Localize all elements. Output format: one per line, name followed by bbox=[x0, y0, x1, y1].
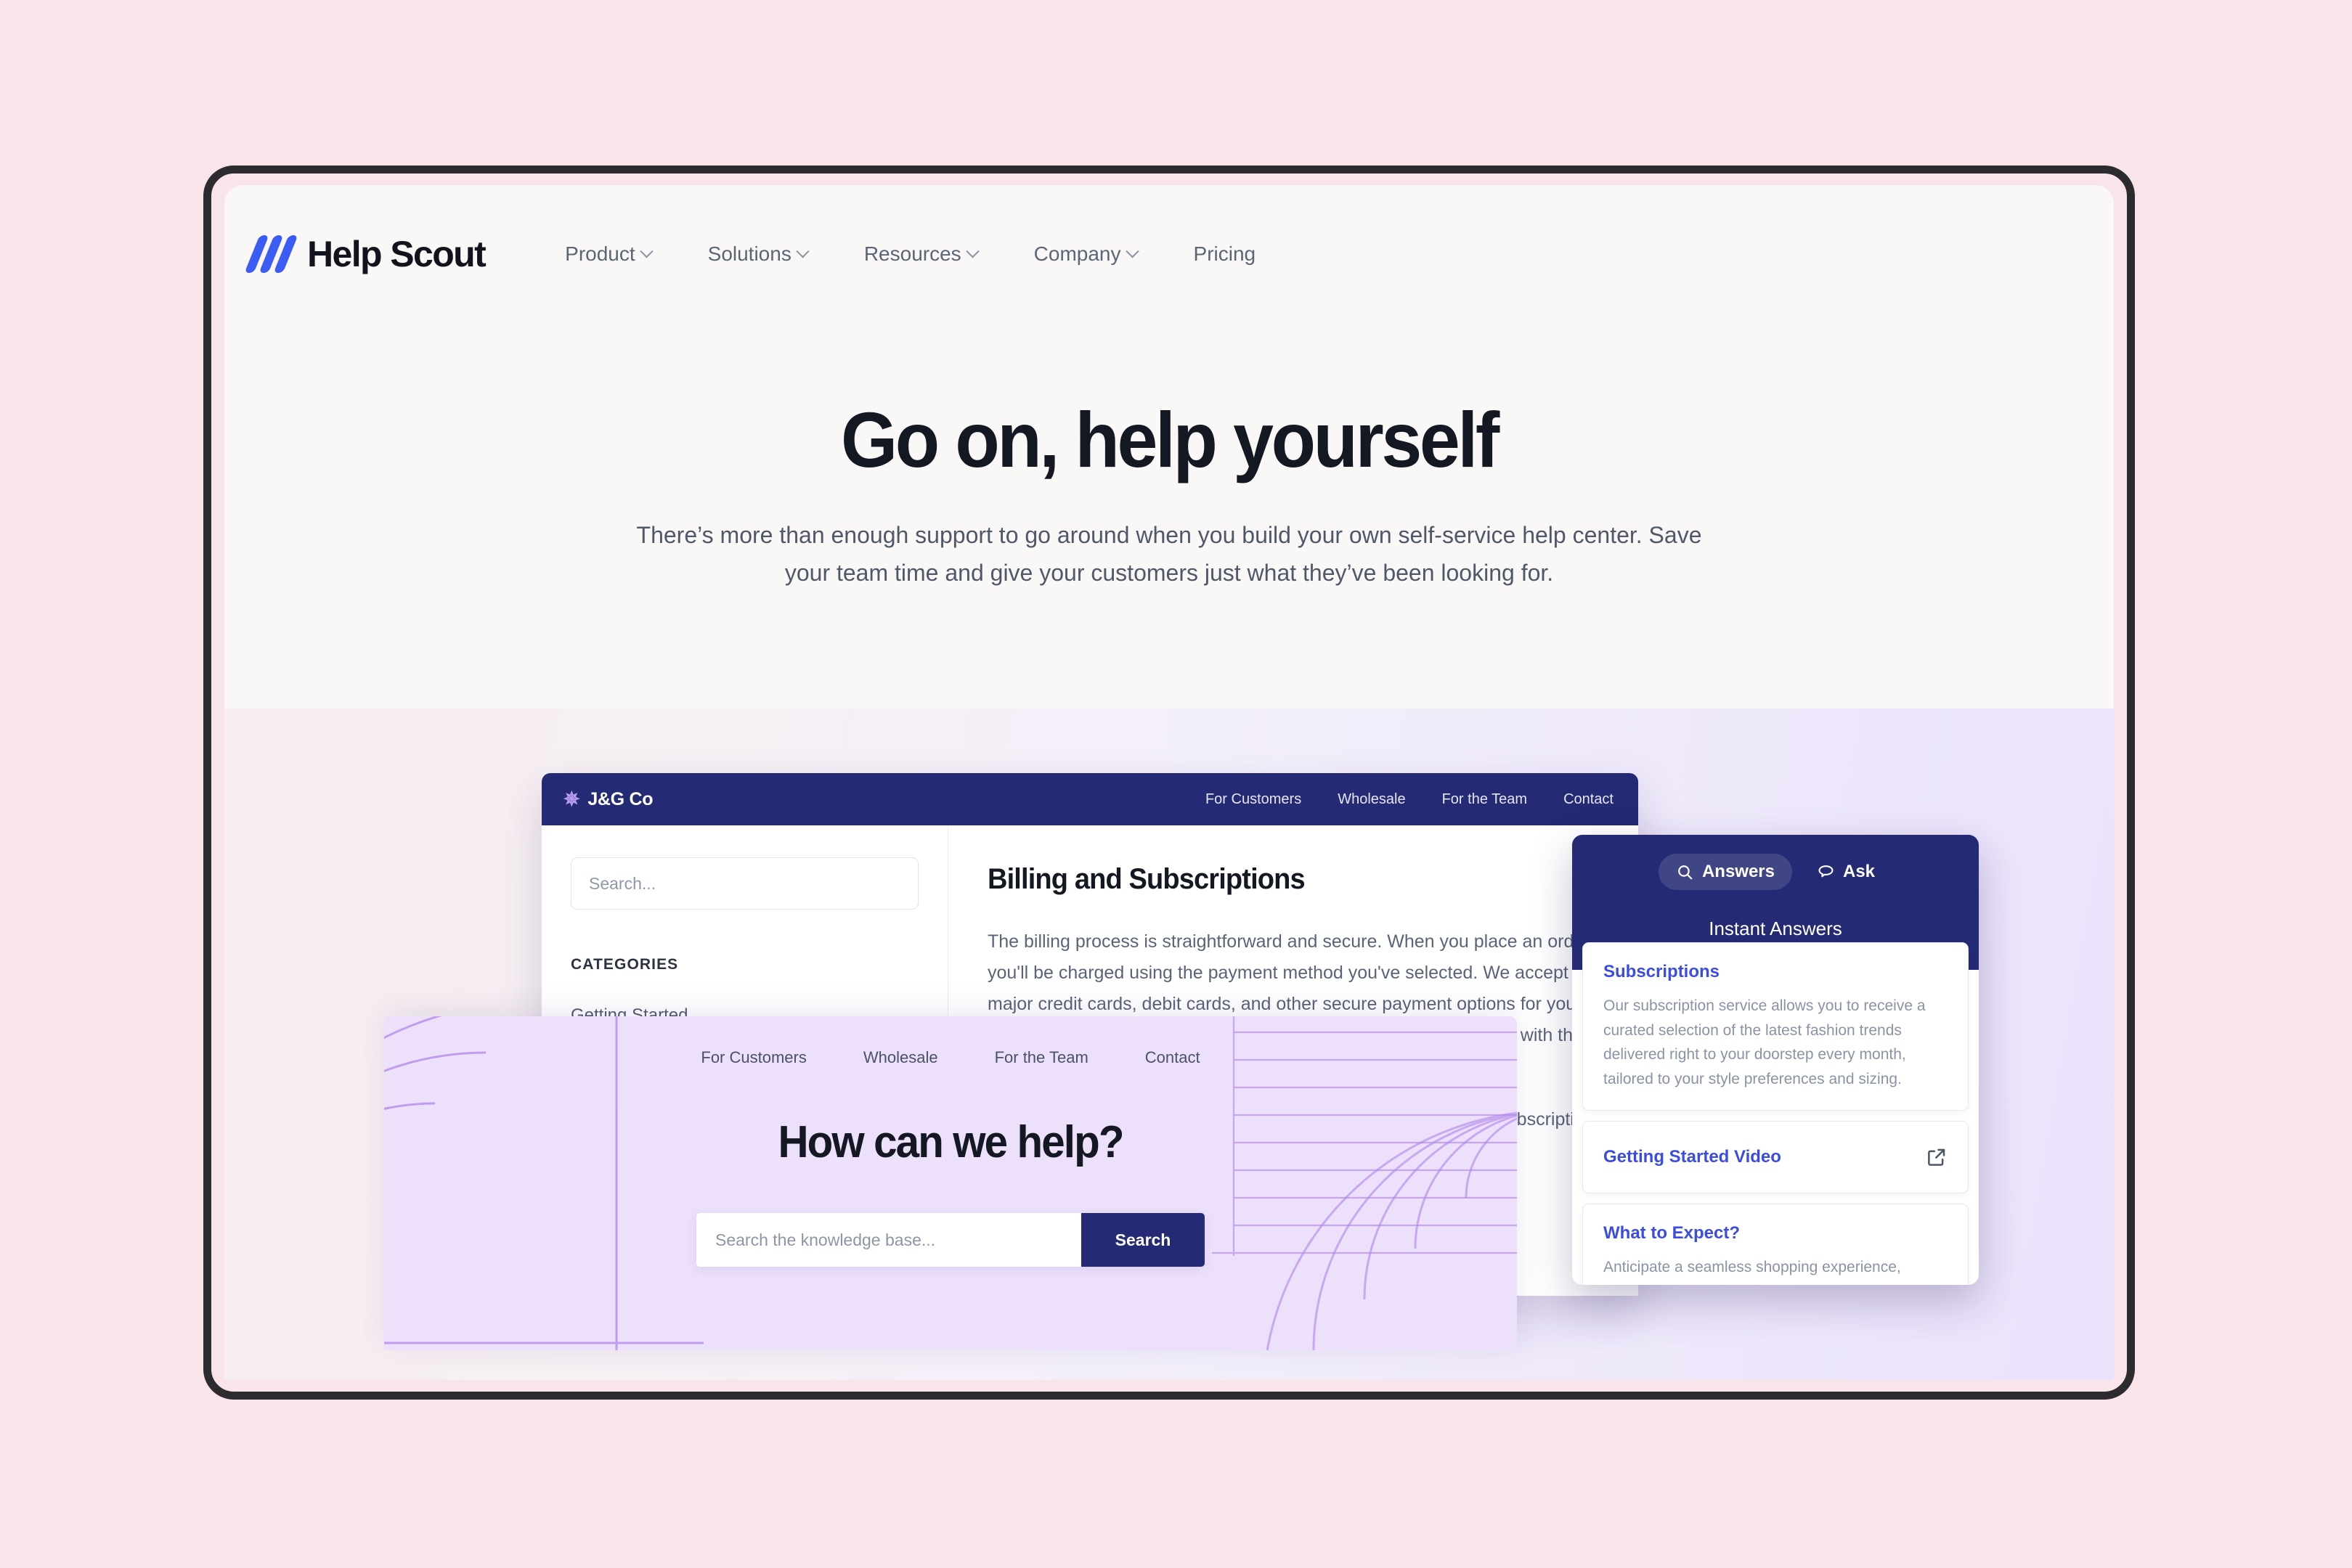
external-link-icon bbox=[1928, 1149, 1945, 1167]
help-panel-nav-wholesale[interactable]: Wholesale bbox=[863, 1048, 938, 1067]
nav-item-product-label: Product bbox=[565, 242, 635, 265]
nav-item-resources-label: Resources bbox=[863, 242, 961, 265]
browser-viewport: Help Scout Product Solutions Resources C… bbox=[224, 185, 2114, 1380]
help-panel-title: How can we help? bbox=[778, 1117, 1124, 1167]
device-frame: Help Scout Product Solutions Resources C… bbox=[203, 166, 2135, 1400]
beacon-card-title: Getting Started Video bbox=[1603, 1147, 1781, 1167]
help-center-panel: For Customers Wholesale For the Team Con… bbox=[384, 1016, 1517, 1350]
beacon-card-body: Our subscription service allows you to r… bbox=[1603, 997, 1926, 1087]
kb-brand-name: J&G Co bbox=[587, 788, 654, 809]
kb-nav-for-customers[interactable]: For Customers bbox=[1205, 791, 1301, 808]
help-panel-nav: For Customers Wholesale For the Team Con… bbox=[384, 1016, 1517, 1067]
nav-item-pricing-label: Pricing bbox=[1193, 242, 1256, 265]
product-showcase-stage: ✵ J&G Co For Customers Wholesale For the… bbox=[224, 693, 2114, 1380]
beacon-answer-list: Subscriptions Our subscription service a… bbox=[1582, 942, 1969, 1285]
star-asterisk-icon: ✵ bbox=[563, 788, 580, 810]
kb-nav-for-the-team[interactable]: For the Team bbox=[1442, 791, 1527, 808]
primary-nav-links: Product Solutions Resources Company Pric… bbox=[565, 242, 1256, 266]
tab-ask[interactable]: Ask bbox=[1799, 854, 1892, 890]
kb-brand[interactable]: ✵ J&G Co bbox=[563, 788, 654, 810]
help-panel-nav-for-the-team[interactable]: For the Team bbox=[995, 1048, 1088, 1067]
nav-item-resources[interactable]: Resources bbox=[863, 242, 980, 266]
beacon-widget: Answers Ask Instant Answers Subscription… bbox=[1572, 835, 1979, 1285]
chat-bubble-icon bbox=[1818, 865, 1834, 877]
tab-answers[interactable]: Answers bbox=[1658, 854, 1792, 890]
beacon-tabs: Answers Ask bbox=[1572, 854, 1979, 890]
nav-item-solutions[interactable]: Solutions bbox=[707, 242, 810, 266]
kb-article-title: Billing and Subscriptions bbox=[988, 863, 1306, 895]
chevron-down-icon bbox=[1125, 244, 1139, 258]
nav-item-company-label: Company bbox=[1033, 242, 1121, 265]
beacon-card-body: Anticipate a seamless shopping experienc… bbox=[1603, 1259, 1901, 1276]
beacon-subtitle: Instant Answers bbox=[1709, 918, 1842, 939]
nav-item-company[interactable]: Company bbox=[1033, 242, 1139, 266]
hero-subtitle: There’s more than enough support to go a… bbox=[636, 522, 1702, 587]
kb-nav-wholesale[interactable]: Wholesale bbox=[1338, 791, 1405, 808]
nav-item-pricing[interactable]: Pricing bbox=[1194, 242, 1256, 266]
kb-search-input[interactable]: Search... bbox=[571, 857, 919, 910]
help-panel-nav-for-customers[interactable]: For Customers bbox=[701, 1048, 806, 1067]
search-icon bbox=[1678, 865, 1693, 879]
beacon-card-what-to-expect[interactable]: What to Expect? Anticipate a seamless sh… bbox=[1582, 1204, 1969, 1285]
nav-item-solutions-label: Solutions bbox=[707, 242, 792, 265]
knowledge-base-search-input[interactable]: Search the knowledge base... bbox=[696, 1213, 1081, 1267]
helpscout-slashes-logo-icon bbox=[244, 235, 298, 273]
kb-top-nav: For Customers Wholesale For the Team Con… bbox=[1205, 791, 1614, 808]
nav-item-product[interactable]: Product bbox=[565, 242, 654, 266]
kb-top-bar: ✵ J&G Co For Customers Wholesale For the… bbox=[542, 773, 1638, 825]
chevron-down-icon bbox=[639, 244, 654, 258]
chevron-down-icon bbox=[796, 244, 810, 258]
beacon-card-getting-started-video[interactable]: Getting Started Video bbox=[1582, 1121, 1969, 1194]
tab-answers-label: Answers bbox=[1701, 862, 1775, 881]
brand-logo[interactable]: Help Scout bbox=[244, 233, 487, 275]
search-button[interactable]: Search bbox=[1081, 1213, 1205, 1267]
help-panel-nav-contact[interactable]: Contact bbox=[1145, 1048, 1200, 1067]
kb-nav-contact[interactable]: Contact bbox=[1563, 791, 1614, 808]
tab-ask-label: Ask bbox=[1843, 862, 1876, 881]
brand-name: Help Scout bbox=[307, 234, 487, 274]
beacon-card-title: What to Expect? bbox=[1603, 1223, 1741, 1244]
hero-section: Go on, help yourself There’s more than e… bbox=[224, 323, 2114, 709]
site-navigation: Help Scout Product Solutions Resources C… bbox=[224, 185, 2114, 323]
help-panel-search-row: Search the knowledge base... Search bbox=[696, 1213, 1205, 1267]
kb-categories-label: CATEGORIES bbox=[571, 956, 679, 973]
beacon-card-title: Subscriptions bbox=[1603, 962, 1720, 981]
page-title: Go on, help yourself bbox=[840, 396, 1499, 483]
chevron-down-icon bbox=[965, 244, 980, 258]
beacon-card-subscriptions[interactable]: Subscriptions Our subscription service a… bbox=[1582, 942, 1969, 1111]
